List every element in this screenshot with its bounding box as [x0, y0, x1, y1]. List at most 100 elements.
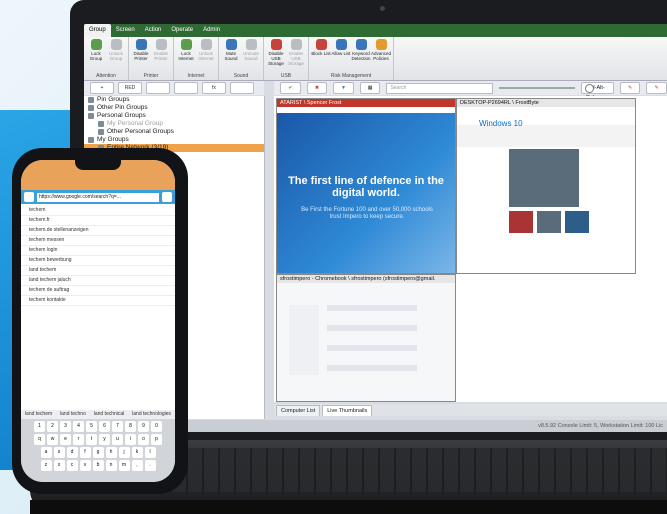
unmute-sound-button[interactable]: Unmute Sound [241, 37, 261, 61]
key[interactable]: 8 [125, 421, 136, 432]
key[interactable]: 2 [47, 421, 58, 432]
keyboard-suggestion[interactable]: land technical [94, 410, 125, 419]
key[interactable]: f [79, 447, 91, 458]
suggestion-item[interactable]: techem messen [21, 236, 175, 246]
key[interactable]: 5 [86, 421, 97, 432]
table-icon[interactable]: ▦ [359, 82, 381, 94]
key[interactable]: v [79, 460, 91, 471]
zoom-slider[interactable] [498, 84, 594, 93]
url-input[interactable]: https://www.google.com/search?q=... [37, 192, 159, 202]
thumbnail-2[interactable]: DESKTOP-P2694RL \ FrostByte Windows 10 [456, 98, 636, 274]
tab-live-thumbnails[interactable]: Live Thumbnails [322, 405, 373, 416]
suggestion-item[interactable]: techem.fr [21, 216, 175, 226]
remote-off-button[interactable]: ✎ [619, 82, 641, 94]
key[interactable]: g [92, 447, 104, 458]
key[interactable]: k [131, 447, 143, 458]
tree-toolbar-button[interactable]: fx [202, 82, 226, 94]
keyboard-suggestion[interactable]: land techno [60, 410, 86, 419]
key[interactable]: t [86, 434, 97, 445]
advanced-policies-button[interactable]: Advanced Policies [371, 37, 391, 61]
menu-tab-operate[interactable]: Operate [166, 24, 198, 37]
lock-internet-button[interactable]: Lock Internet [176, 37, 196, 61]
key[interactable]: q [34, 434, 45, 445]
tree-item[interactable]: Other Pin Groups [84, 104, 264, 112]
suggestion-item[interactable]: techem login [21, 246, 175, 256]
key[interactable]: d [66, 447, 78, 458]
tree-toolbar-button[interactable] [146, 82, 170, 94]
key[interactable]: o [138, 434, 149, 445]
key[interactable]: 1 [34, 421, 45, 432]
key[interactable]: z [40, 460, 52, 471]
tree-item[interactable]: My Groups [84, 136, 264, 144]
key[interactable]: l [144, 447, 156, 458]
key[interactable]: 7 [112, 421, 123, 432]
key[interactable]: j [118, 447, 130, 458]
key[interactable]: x [53, 460, 65, 471]
allow-list-button[interactable]: Allow List [331, 37, 351, 61]
key[interactable]: h [105, 447, 117, 458]
suggestion-item[interactable]: techem de auftrag [21, 286, 175, 296]
search-input[interactable]: Search [386, 82, 493, 94]
tree-toolbar-button[interactable] [230, 82, 254, 94]
keyboard-suggestion[interactable]: land technologies [132, 410, 171, 419]
unlock-internet-button[interactable]: Unlock Internet [196, 37, 216, 61]
keyword-detection-button[interactable]: Keyword Detection [351, 37, 371, 61]
block-list-button[interactable]: Block List [311, 37, 331, 61]
thumbnail-3[interactable]: sfrostimpero - Chromebook \ sfrostimpero… [276, 274, 456, 402]
tab-computer-list[interactable]: Computer List [276, 405, 321, 416]
key[interactable]: 4 [73, 421, 84, 432]
tree-toolbar-button[interactable] [174, 82, 198, 94]
lock-group-button[interactable]: Lock Group [86, 37, 106, 61]
key[interactable]: a [40, 447, 52, 458]
key[interactable]: i [125, 434, 136, 445]
tree-item[interactable]: Personal Groups [84, 112, 264, 120]
key[interactable]: . [144, 460, 156, 471]
mute-sound-button[interactable]: Mute Sound [221, 37, 241, 61]
menu-tab-admin[interactable]: Admin [198, 24, 225, 37]
menu-tab-group[interactable]: Group [84, 24, 111, 37]
thumbnail-1[interactable]: ATARIST \ Spencer Frost The first line o… [276, 98, 456, 274]
key[interactable]: e [60, 434, 71, 445]
key[interactable]: 0 [151, 421, 162, 432]
tree-item[interactable]: My Personal Group [84, 120, 264, 128]
suggestion-item[interactable]: techem.de stellenanzeigen [21, 226, 175, 236]
remote-off-button-2[interactable]: ✎ [646, 82, 667, 94]
key[interactable]: u [112, 434, 123, 445]
menu-tab-screen[interactable]: Screen [111, 24, 140, 37]
suggestion-item[interactable]: techem kontakte [21, 296, 175, 306]
tree-toolbar-button[interactable]: + [90, 82, 114, 94]
key[interactable]: y [99, 434, 110, 445]
key[interactable]: r [73, 434, 84, 445]
disable-printer-button[interactable]: Disable Printer [131, 37, 151, 61]
disable-usb-storage-button[interactable]: Disable USB Storage [266, 37, 286, 66]
cancel-button[interactable]: ✖ [306, 82, 328, 94]
key[interactable]: w [47, 434, 58, 445]
home-icon[interactable] [24, 192, 34, 202]
key[interactable]: c [66, 460, 78, 471]
menu-tab-action[interactable]: Action [140, 24, 167, 37]
unlock-group-button[interactable]: Unlock Group [106, 37, 126, 61]
suggestion-item[interactable]: land techem jaluch [21, 276, 175, 286]
key[interactable]: n [105, 460, 117, 471]
approve-button[interactable]: ✔ [280, 82, 301, 94]
tree-item[interactable]: Other Personal Groups [84, 128, 264, 136]
key[interactable]: m [118, 460, 130, 471]
key[interactable]: 9 [138, 421, 149, 432]
tree-item[interactable]: Pin Groups [84, 96, 264, 104]
key[interactable]: , [131, 460, 143, 471]
tree-toolbar-button[interactable]: RED [118, 82, 142, 94]
key[interactable]: 6 [99, 421, 110, 432]
suggestion-item[interactable]: land techem [21, 266, 175, 276]
enable-usb-storage-button[interactable]: Enable USB Storage [286, 37, 306, 66]
refresh-icon[interactable] [162, 192, 172, 202]
suggestion-item[interactable]: techem [21, 206, 175, 216]
suggestion-item[interactable]: techem bewerbung [21, 256, 175, 266]
key[interactable]: p [151, 434, 162, 445]
zoom-slider-knob[interactable] [584, 84, 594, 93]
enable-printer-button[interactable]: Enable Printer [151, 37, 171, 61]
key[interactable]: b [92, 460, 104, 471]
key[interactable]: s [53, 447, 65, 458]
filter-icon[interactable]: ▼ [333, 82, 354, 94]
key[interactable]: 3 [60, 421, 71, 432]
keyboard-suggestion[interactable]: land techem [25, 410, 52, 419]
